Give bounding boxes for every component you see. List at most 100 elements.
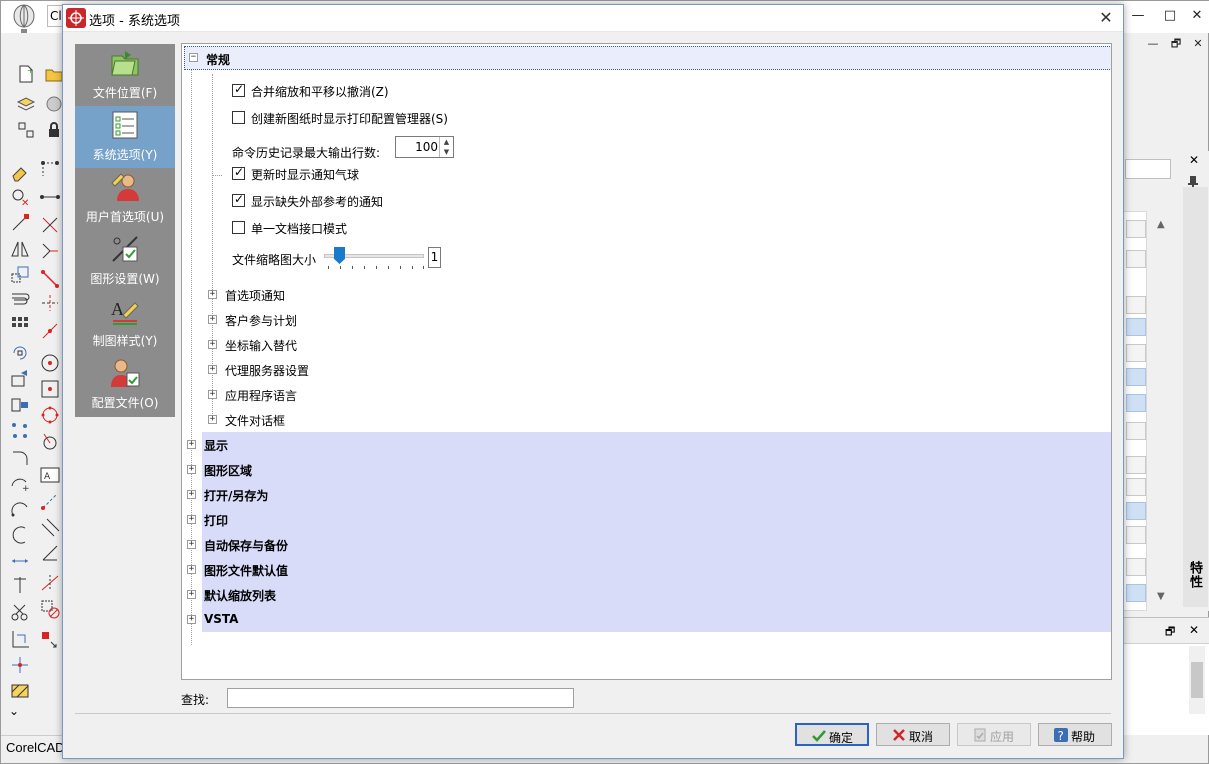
coordinate-icon[interactable] (9, 628, 31, 650)
tree-category-row[interactable]: + 图形区域 (187, 457, 1111, 482)
arc-icon[interactable] (9, 498, 31, 520)
scroll-down-icon[interactable]: ▼ (1157, 591, 1165, 602)
category-profiles[interactable]: 配置文件(O) (75, 354, 175, 416)
checkbox[interactable]: ✓ (232, 193, 245, 207)
tree-subnode[interactable]: + 代理服务器设置 (182, 358, 1082, 380)
history-lines-stepper[interactable]: 100 ▲ ▼ (395, 136, 454, 158)
stretch-icon[interactable] (9, 368, 31, 390)
tree-subnode[interactable]: + 应用程序语言 (182, 383, 1082, 405)
tree-subnode[interactable]: + 文件对话框 (182, 408, 1082, 430)
tree-node-general[interactable]: − 常规 (184, 46, 1111, 70)
tree-category-row[interactable]: + 显示 (187, 432, 1111, 457)
checkbox[interactable]: ✓ (232, 83, 245, 97)
align-icon[interactable] (9, 394, 31, 416)
apply-button[interactable]: 应用 (957, 723, 1031, 746)
expand-icon[interactable]: + (208, 415, 217, 424)
minimize-button[interactable]: — (1126, 5, 1150, 27)
command-panel-close-icon[interactable]: ✕ (1189, 623, 1199, 637)
checkbox[interactable] (232, 221, 245, 234)
panel-close-icon[interactable]: ✕ (1189, 153, 1199, 167)
leader-icon[interactable] (9, 574, 31, 596)
point-icon[interactable] (39, 378, 61, 400)
maximize-button[interactable]: □ (1158, 5, 1182, 27)
delete-object-icon[interactable]: ✕ (9, 186, 31, 209)
arc-3point-icon[interactable] (9, 524, 31, 546)
property-row[interactable] (1126, 456, 1146, 474)
extend-icon[interactable] (39, 240, 61, 262)
angle-icon[interactable] (39, 542, 61, 564)
properties-vertical-label[interactable]: 特性 (1184, 561, 1204, 589)
rotate-icon[interactable] (9, 342, 31, 364)
property-row[interactable] (1126, 296, 1146, 314)
property-row[interactable] (1126, 220, 1146, 238)
expand-icon[interactable]: + (187, 465, 196, 474)
lengthen-icon[interactable]: + (9, 472, 31, 494)
expand-icon[interactable]: + (187, 490, 196, 499)
property-row[interactable] (1126, 250, 1146, 268)
scroll-up-icon[interactable]: ▲ (1157, 219, 1165, 230)
property-dropdown[interactable] (1125, 159, 1171, 179)
app-close-button[interactable]: ✕ (1185, 5, 1209, 27)
tree-subnode[interactable]: + 首选项通知 (182, 283, 1082, 305)
expand-icon[interactable]: + (187, 590, 196, 599)
expand-icon[interactable]: + (187, 440, 196, 449)
dialog-close-button[interactable]: ✕ (1093, 7, 1119, 29)
wipeout-icon[interactable] (39, 598, 61, 620)
tree-category-row[interactable]: + 打印 (187, 507, 1111, 532)
category-file-locations[interactable]: 文件位置(F) (75, 44, 175, 106)
explode-icon[interactable] (9, 420, 31, 442)
property-row[interactable] (1126, 558, 1146, 576)
expand-icon[interactable]: + (187, 565, 196, 574)
property-row[interactable] (1126, 318, 1146, 336)
expand-icon[interactable]: + (187, 540, 196, 549)
ok-button[interactable]: 确定 (795, 723, 869, 746)
mirror-icon[interactable] (9, 238, 31, 260)
hatch-icon[interactable] (9, 680, 31, 702)
slider-thumb[interactable] (334, 247, 345, 264)
expand-icon[interactable]: + (208, 290, 217, 299)
polygon-icon[interactable] (39, 404, 61, 426)
category-user-preferences[interactable]: 用户首选项(U) (75, 168, 175, 230)
thumbnail-size-slider[interactable] (322, 246, 426, 270)
property-row[interactable] (1126, 584, 1146, 602)
find-input[interactable] (227, 688, 574, 708)
property-row[interactable] (1126, 478, 1146, 496)
polyline-icon[interactable] (39, 158, 61, 180)
command-panel-scrollbar[interactable] (1189, 646, 1205, 714)
xline-icon[interactable] (39, 572, 61, 594)
doc-minimize-button[interactable]: — (1143, 35, 1163, 53)
array-icon[interactable] (9, 314, 31, 336)
circle-center-icon[interactable] (39, 352, 61, 374)
corelcad-balloon-icon[interactable] (9, 4, 39, 34)
text-icon[interactable]: A (39, 464, 61, 486)
cut-icon[interactable] (9, 602, 31, 624)
expand-icon[interactable]: + (208, 365, 217, 374)
cancel-button[interactable]: 取消 (876, 723, 950, 746)
join-icon[interactable] (39, 292, 61, 314)
tree-category-row[interactable]: + VSTA (187, 607, 1111, 632)
property-row[interactable] (1126, 526, 1146, 544)
ellipse-arc-icon[interactable] (39, 430, 61, 452)
expand-icon[interactable]: + (187, 615, 196, 624)
tree-category-row[interactable]: + 打开/另存为 (187, 482, 1111, 507)
dimension-icon[interactable] (9, 550, 31, 572)
scale-icon[interactable] (9, 264, 31, 286)
scroll-thumb[interactable] (1191, 662, 1203, 698)
snap-tracking-icon[interactable] (9, 654, 31, 676)
expand-icon[interactable]: + (208, 390, 217, 399)
panel-restore-icon[interactable]: 🗗 (1165, 623, 1175, 642)
eraser-icon[interactable] (9, 162, 31, 184)
more-tools-icon[interactable]: ⌄ (9, 704, 31, 726)
property-row[interactable] (1126, 394, 1146, 412)
property-row[interactable] (1126, 368, 1146, 386)
chamfer-icon[interactable] (39, 320, 61, 342)
line-icon[interactable] (39, 186, 61, 208)
parallel-icon[interactable] (39, 516, 61, 538)
category-drafting-styles[interactable]: A 制图样式(Y) (75, 292, 175, 354)
trim-icon[interactable] (39, 214, 61, 236)
doc-restore-button[interactable]: 🗗 (1166, 35, 1186, 53)
doc-close-button[interactable]: ✕ (1188, 35, 1208, 53)
stepper-down-icon[interactable]: ▼ (440, 147, 453, 157)
block-insert-icon[interactable] (39, 628, 61, 650)
expand-icon[interactable]: + (208, 340, 217, 349)
